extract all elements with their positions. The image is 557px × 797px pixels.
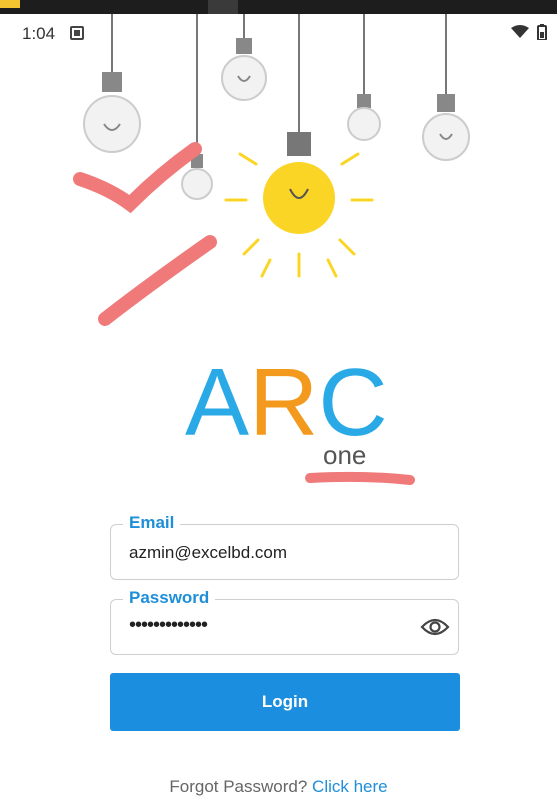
bulb-icon xyxy=(221,38,267,101)
bulb-icon xyxy=(422,94,470,161)
email-label: Email xyxy=(123,513,181,533)
lit-bulb-icon xyxy=(224,132,374,278)
login-button[interactable]: Login xyxy=(110,673,460,731)
password-field[interactable]: Password ••••••••••••• xyxy=(110,588,459,655)
email-field[interactable]: Email azmin@excelbd.com xyxy=(110,513,459,580)
eye-icon[interactable] xyxy=(420,614,450,640)
click-here-link[interactable]: Click here xyxy=(312,777,388,796)
forgot-password: Forgot Password? Click here xyxy=(0,777,557,797)
arc-one-logo: ARC one xyxy=(185,350,415,485)
forgot-question: Forgot Password? xyxy=(169,777,308,796)
email-value: azmin@excelbd.com xyxy=(129,543,288,562)
bulb-icon xyxy=(83,72,141,153)
light-bulbs-illustration xyxy=(73,14,470,326)
password-value: ••••••••••••• xyxy=(129,614,208,636)
top-bar xyxy=(0,0,557,14)
svg-text:one: one xyxy=(323,440,366,470)
bulb-icon xyxy=(347,94,381,141)
password-label: Password xyxy=(123,588,216,608)
